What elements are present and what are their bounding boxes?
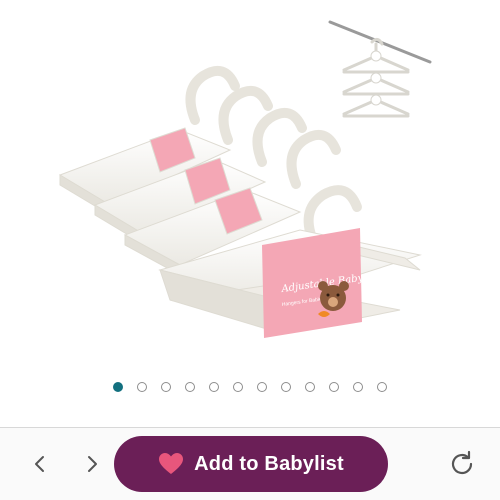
- bottom-toolbar: Add to Babylist: [0, 428, 500, 500]
- carousel-dot[interactable]: [209, 382, 219, 392]
- carousel-dot[interactable]: [281, 382, 291, 392]
- carousel-dots: [0, 380, 500, 394]
- add-to-babylist-button[interactable]: Add to Babylist: [114, 436, 388, 492]
- package-card: Adjustable Baby Hangers Hangers for Babi…: [262, 228, 410, 338]
- carousel-dot[interactable]: [185, 382, 195, 392]
- carousel-dot[interactable]: [377, 382, 387, 392]
- product-image[interactable]: Adjustable Baby Hangers Hangers for Babi…: [0, 0, 500, 360]
- chevron-right-icon: [88, 456, 97, 472]
- add-to-babylist-label: Add to Babylist: [194, 452, 344, 475]
- hanger-bundles: [58, 65, 422, 331]
- carousel-dot[interactable]: [257, 382, 267, 392]
- heart-icon: [158, 452, 184, 476]
- back-button[interactable]: [22, 446, 58, 482]
- carousel-dot[interactable]: [353, 382, 363, 392]
- chevron-left-icon: [35, 456, 44, 472]
- carousel-dot[interactable]: [305, 382, 315, 392]
- carousel-dot[interactable]: [137, 382, 147, 392]
- inset-hanger-rod: [328, 20, 432, 118]
- carousel-dot[interactable]: [113, 382, 123, 392]
- carousel-dot[interactable]: [161, 382, 171, 392]
- hangers-illustration: Adjustable Baby Hangers Hangers for Babi…: [58, 20, 432, 338]
- reload-button[interactable]: [442, 444, 482, 484]
- reload-icon: [451, 450, 473, 475]
- carousel-dot[interactable]: [329, 382, 339, 392]
- forward-button[interactable]: [74, 446, 110, 482]
- carousel-dot[interactable]: [233, 382, 243, 392]
